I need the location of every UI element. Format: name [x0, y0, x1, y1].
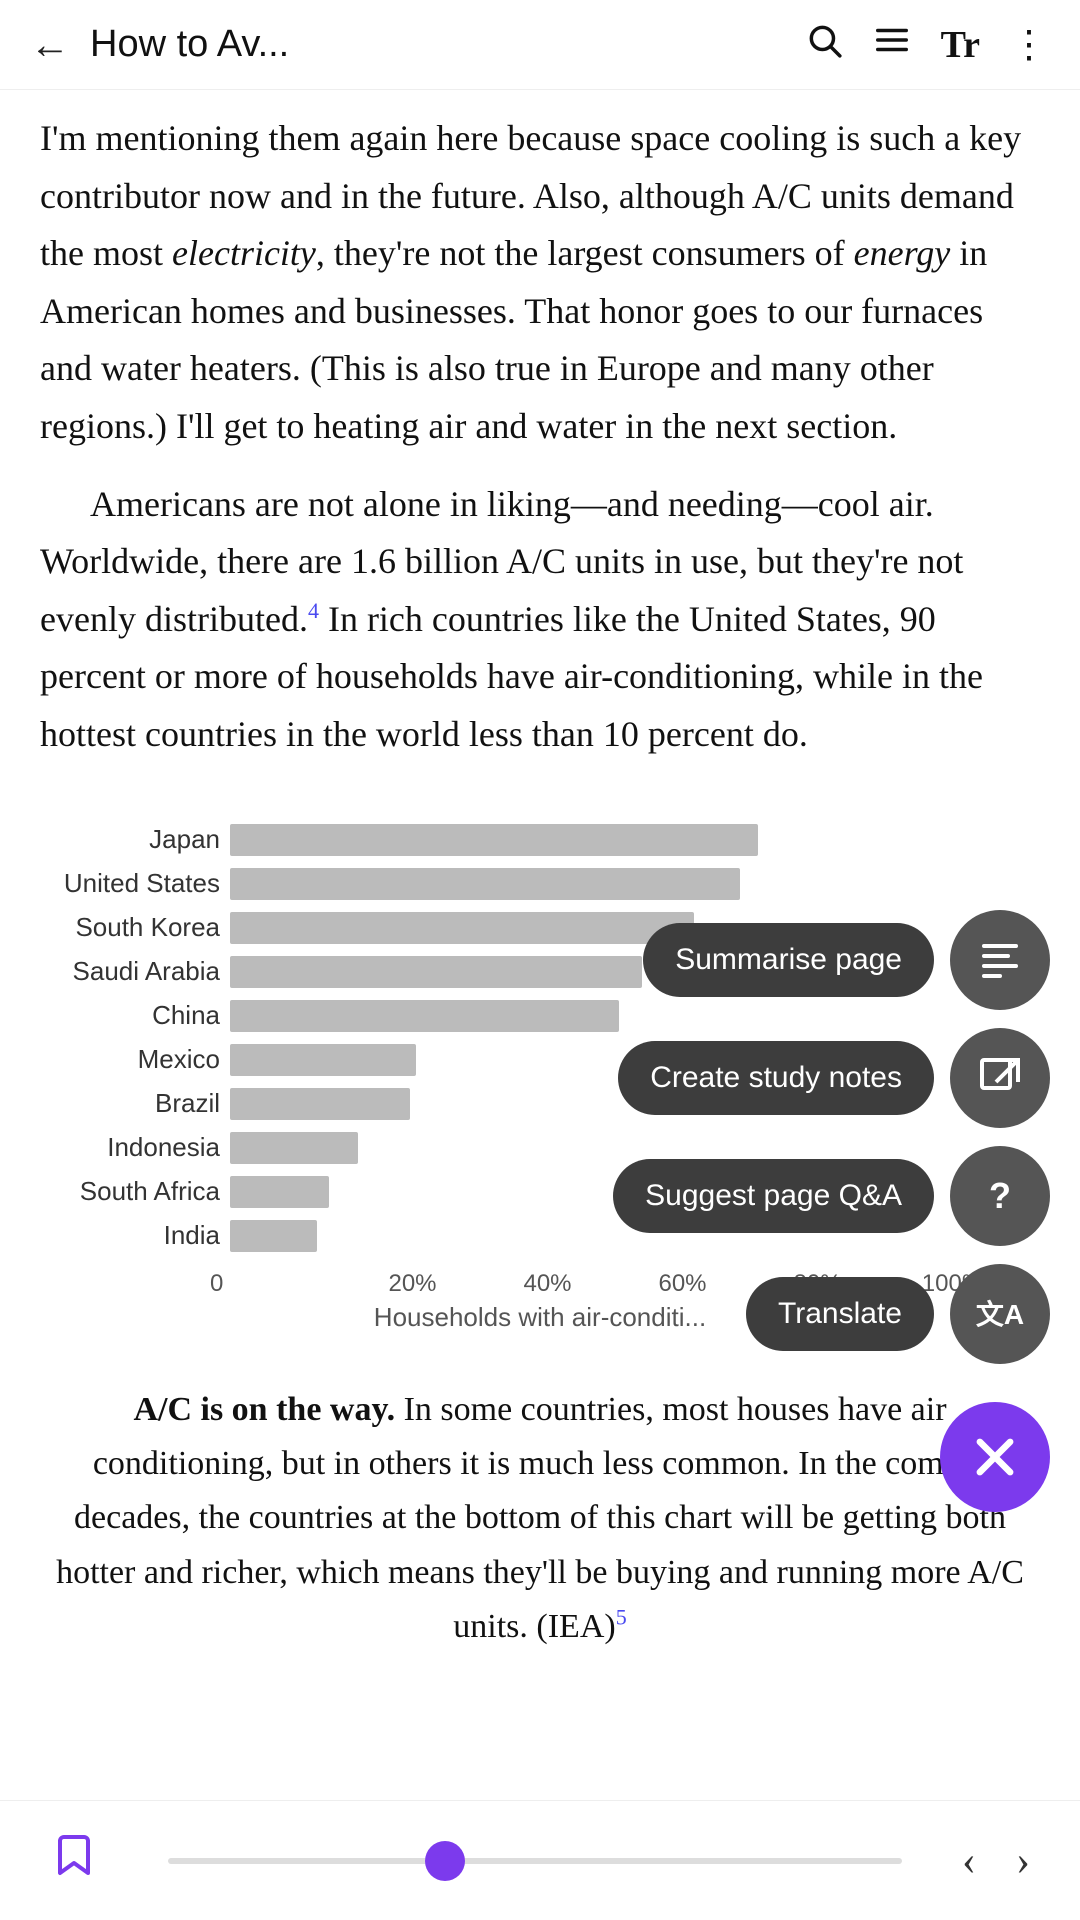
- chart-row-label: China: [60, 1000, 220, 1031]
- chart-bar: [230, 1132, 358, 1164]
- chart-row-label: India: [60, 1220, 220, 1251]
- list-icon[interactable]: [873, 21, 911, 68]
- chart-bar: [230, 824, 758, 856]
- fab-summarise-label: Summarise page: [643, 923, 934, 997]
- chart-bar: [230, 1044, 416, 1076]
- page-title: How to Av...: [90, 23, 805, 66]
- table-row: United States: [60, 868, 1020, 900]
- lines-icon: [976, 936, 1024, 984]
- suggest-qa-button[interactable]: ?: [950, 1146, 1050, 1246]
- fab-qa-row: Suggest page Q&A ?: [613, 1146, 1050, 1246]
- text-paragraph-1: I'm mentioning them again here because s…: [40, 110, 1040, 764]
- chart-row-label: Indonesia: [60, 1132, 220, 1163]
- chart-row-label: United States: [60, 868, 220, 899]
- svg-text:文A: 文A: [976, 1298, 1024, 1330]
- summarise-page-button[interactable]: [950, 910, 1050, 1010]
- close-icon: [969, 1431, 1021, 1483]
- x-label-40: 40%: [480, 1270, 615, 1298]
- fab-translate-row: Translate 文A: [746, 1264, 1050, 1364]
- question-icon: ?: [976, 1172, 1024, 1220]
- chart-row-label: South Africa: [60, 1176, 220, 1207]
- x-label-0: 0: [210, 1270, 345, 1298]
- translate-icon: 文A: [976, 1290, 1024, 1338]
- chart-row-label: Mexico: [60, 1044, 220, 1075]
- header-icons: Tr ⋮: [805, 21, 1050, 68]
- fab-translate-label: Translate: [746, 1277, 934, 1351]
- font-icon[interactable]: Tr: [941, 26, 980, 64]
- progress-thumb[interactable]: [425, 1841, 465, 1881]
- close-fab-button[interactable]: [940, 1402, 1050, 1512]
- back-button[interactable]: ←: [30, 21, 70, 68]
- chart-bar-area: [230, 868, 1020, 900]
- bottom-navigation: ‹ ›: [0, 1800, 1080, 1920]
- x-label-20: 20%: [345, 1270, 480, 1298]
- external-link-icon: [976, 1054, 1024, 1102]
- chart-bar: [230, 868, 740, 900]
- chart-bar-area: [230, 824, 1020, 856]
- main-content: I'm mentioning them again here because s…: [0, 90, 1080, 1815]
- header: ← How to Av... Tr ⋮: [0, 0, 1080, 90]
- chart-bar: [230, 956, 642, 988]
- fab-qa-label: Suggest page Q&A: [613, 1159, 934, 1233]
- chart-bar: [230, 1176, 329, 1208]
- fab-study-notes-label: Create study notes: [618, 1041, 934, 1115]
- table-row: Japan: [60, 824, 1020, 856]
- chart-row-label: South Korea: [60, 912, 220, 943]
- chart-bar: [230, 1220, 317, 1252]
- prev-page-button[interactable]: ‹: [962, 1837, 976, 1885]
- chart-bar: [230, 1088, 410, 1120]
- more-icon[interactable]: ⋮: [1010, 22, 1050, 67]
- chart-row-label: Japan: [60, 824, 220, 855]
- next-page-button[interactable]: ›: [1016, 1837, 1030, 1885]
- page-arrows: ‹ ›: [962, 1837, 1030, 1885]
- caption-bold: A/C is on the way.: [133, 1391, 395, 1428]
- chart-row-label: Brazil: [60, 1088, 220, 1119]
- search-icon[interactable]: [805, 21, 843, 68]
- fab-container: Summarise page Create study notes Sugges…: [613, 910, 1050, 1512]
- fab-summarise-row: Summarise page: [643, 910, 1050, 1010]
- translate-button[interactable]: 文A: [950, 1264, 1050, 1364]
- svg-text:?: ?: [989, 1175, 1011, 1216]
- fab-study-notes-row: Create study notes: [618, 1028, 1050, 1128]
- bookmark-icon[interactable]: [50, 1831, 98, 1890]
- create-study-notes-button[interactable]: [950, 1028, 1050, 1128]
- chart-row-label: Saudi Arabia: [60, 956, 220, 987]
- chart-bar: [230, 1000, 619, 1032]
- progress-bar[interactable]: [168, 1858, 902, 1864]
